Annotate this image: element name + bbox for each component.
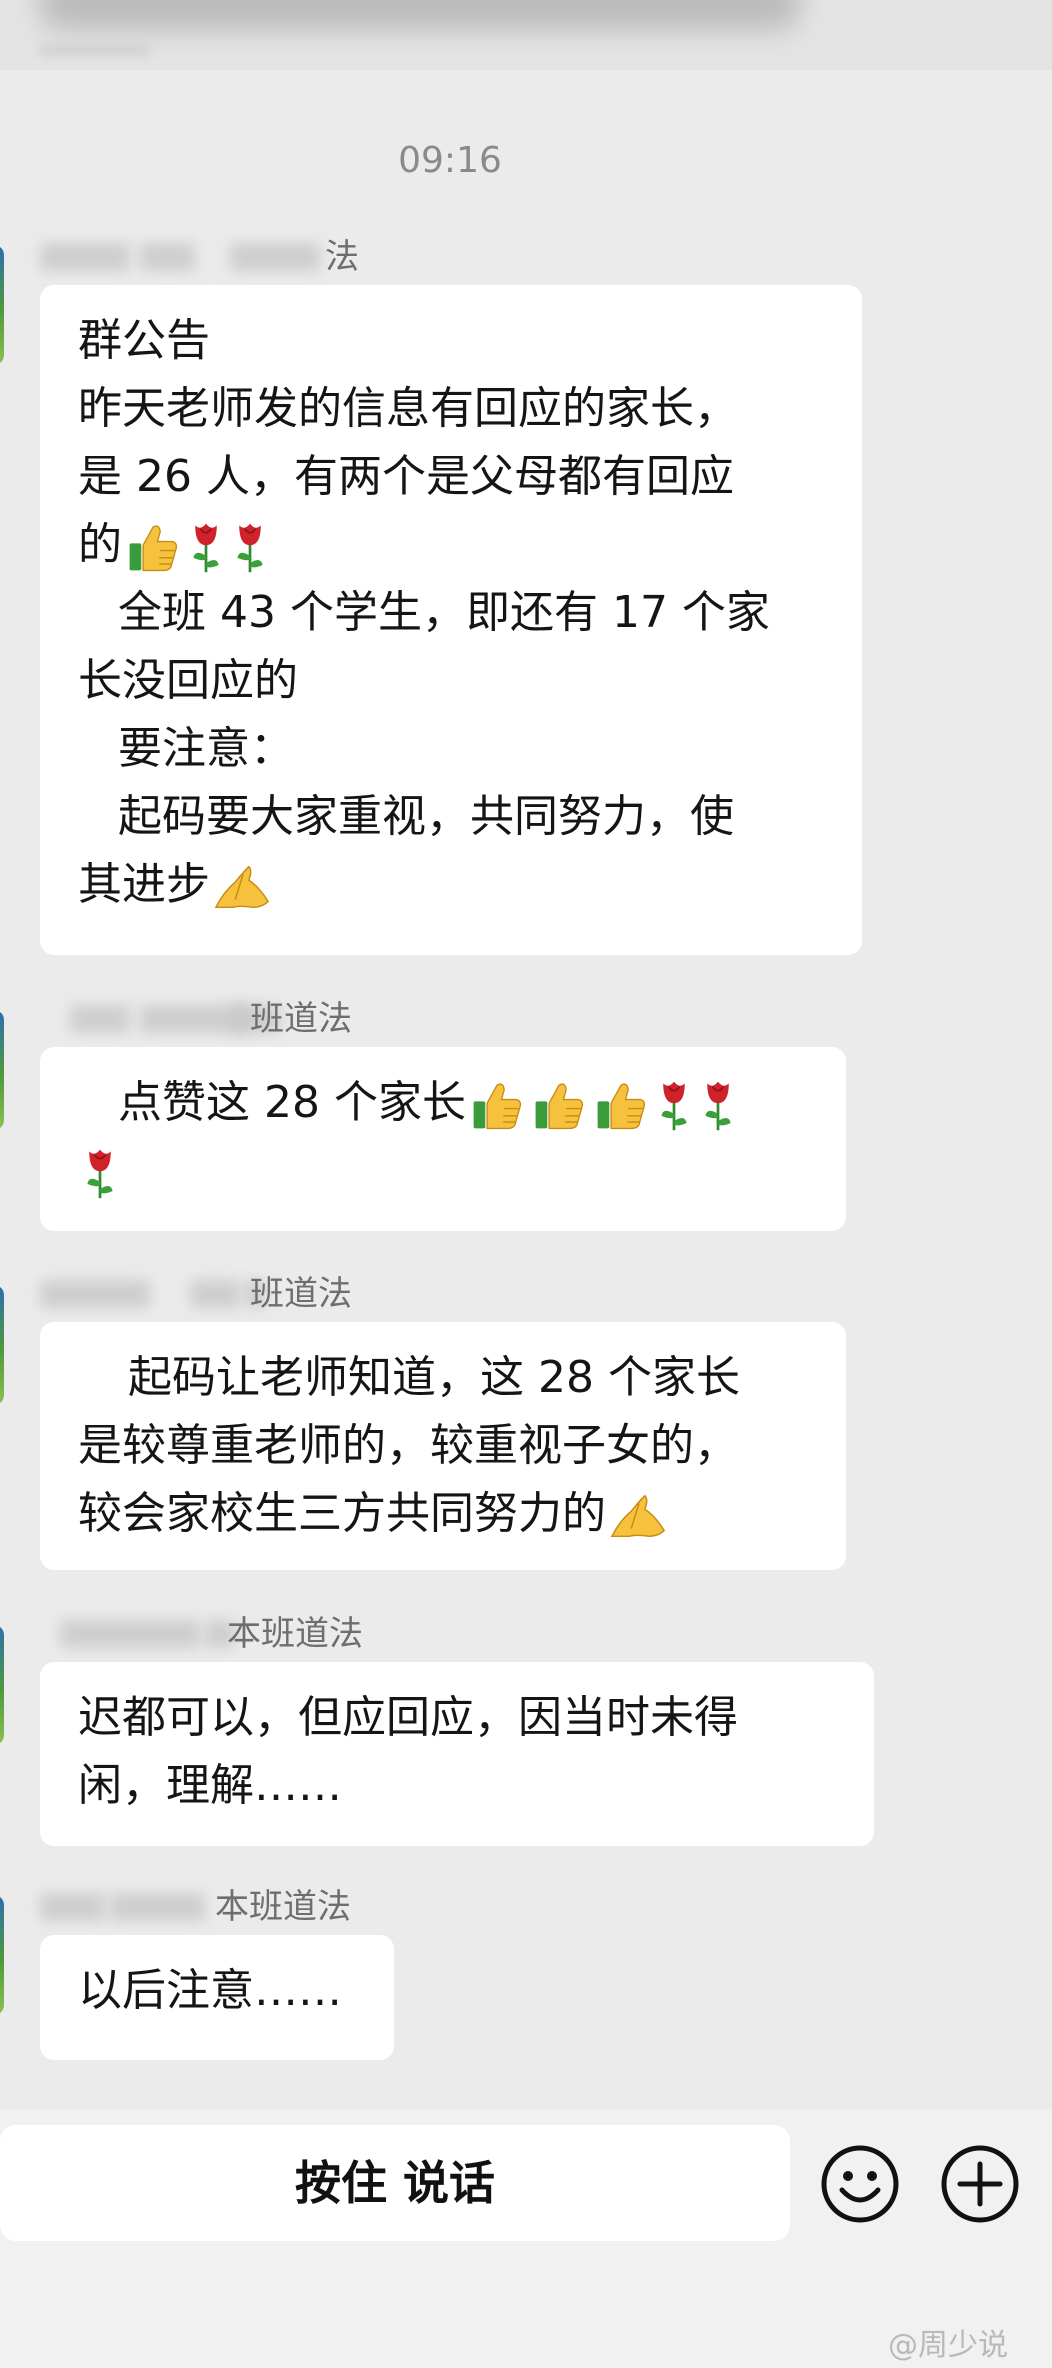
- message-line: 全班 43 个学生，即还有 17 个家: [118, 587, 770, 638]
- message-line-with-emoji: 点赞这 28 个家长: [78, 1069, 808, 1137]
- blurred-chat-title: [40, 0, 800, 30]
- sender-avatar[interactable]: [0, 1285, 4, 1405]
- sender-name-row: 班道法: [60, 997, 380, 1041]
- message-line: 起码要大家重视，共同努力，使: [118, 791, 734, 842]
- message-line: 是较尊重老师的，较重视子女的，: [78, 1420, 738, 1471]
- thumbs-up-icon: [594, 1078, 648, 1132]
- message-text: 较会家校生三方共同努力的: [78, 1488, 606, 1539]
- rose-icon: [188, 520, 224, 574]
- sender-name-row: 本班道法: [40, 1885, 370, 1929]
- plus-circle-icon[interactable]: [940, 2144, 1020, 2224]
- message-line: 要注意：: [118, 723, 294, 774]
- message-line: 起码让老师知道，这 28 个家长: [128, 1352, 740, 1403]
- smiley-face-icon[interactable]: [820, 2144, 900, 2224]
- sender-name: 本班道法: [227, 1614, 363, 1654]
- blurred-name-part: [230, 1005, 250, 1033]
- message-line: 昨天老师发的信息有回应的家长，: [78, 383, 738, 434]
- folded-hands-icon: [610, 1491, 668, 1541]
- message-bubble[interactable]: 群公告 昨天老师发的信息有回应的家长， 是 26 人，有两个是父母都有回应 的 …: [40, 285, 862, 955]
- sender-name: 本班道法: [215, 1887, 351, 1927]
- message-bubble[interactable]: 起码让老师知道，这 28 个家长 是较尊重老师的，较重视子女的， 较会家校生三方…: [40, 1322, 846, 1570]
- sender-avatar[interactable]: [0, 1010, 4, 1130]
- blurred-name-part: [40, 243, 130, 271]
- thumbs-up-icon: [126, 520, 180, 574]
- sender-avatar[interactable]: [0, 245, 4, 365]
- message-line-with-emoji: 的: [78, 511, 824, 579]
- thumbs-up-icon: [532, 1078, 586, 1132]
- message-text: 其进步: [78, 859, 210, 910]
- message-line: 群公告: [78, 315, 210, 366]
- message-line-with-emoji: 较会家校生三方共同努力的: [78, 1480, 808, 1548]
- sender-name-row: 本班道法: [55, 1612, 385, 1656]
- folded-hands-icon: [214, 862, 272, 912]
- sender-name: 法: [325, 237, 359, 277]
- message-line: 闲，理解……: [78, 1760, 342, 1811]
- blurred-name-part: [190, 1280, 240, 1308]
- message-timestamp: 09:16: [398, 140, 502, 181]
- sender-name-row: 法: [40, 235, 370, 279]
- thumbs-up-icon: [470, 1078, 524, 1132]
- blurred-name-part: [40, 1893, 105, 1921]
- sender-name-row: 班道法: [40, 1272, 370, 1316]
- sender-avatar[interactable]: [0, 1895, 4, 2015]
- sender-name: 班道法: [250, 999, 352, 1039]
- sender-name: 班道法: [250, 1274, 352, 1314]
- watermark: @周少说: [888, 2328, 1008, 2363]
- message-bubble[interactable]: 迟都可以，但应回应，因当时未得 闲，理解……: [40, 1662, 874, 1846]
- blurred-name-part: [110, 1893, 205, 1921]
- chat-title-bar: [0, 0, 1052, 70]
- blurred-subtitle: [40, 45, 150, 55]
- message-text: 的: [78, 519, 122, 570]
- message-line: 长没回应的: [78, 655, 298, 706]
- message-line-emoji-only: [78, 1137, 808, 1205]
- message-text: 点赞这 28 个家长: [118, 1077, 466, 1128]
- blurred-name-part: [140, 243, 195, 271]
- blurred-name-part: [70, 1005, 130, 1033]
- blurred-name-part: [230, 243, 320, 271]
- message-bubble[interactable]: 点赞这 28 个家长: [40, 1047, 846, 1231]
- rose-icon: [656, 1078, 692, 1132]
- message-line: 是 26 人，有两个是父母都有回应: [78, 451, 734, 502]
- rose-icon: [82, 1146, 118, 1200]
- hold-to-talk-button[interactable]: 按住 说话: [0, 2125, 790, 2241]
- message-line-with-emoji: 其进步: [78, 851, 824, 919]
- blurred-name-part: [40, 1280, 150, 1308]
- message-line: 以后注意……: [78, 1965, 342, 2016]
- message-line: 迟都可以，但应回应，因当时未得: [78, 1692, 738, 1743]
- blurred-name-part: [60, 1620, 200, 1648]
- rose-icon: [700, 1078, 736, 1132]
- rose-icon: [232, 520, 268, 574]
- sender-avatar[interactable]: [0, 1625, 4, 1745]
- message-bubble[interactable]: 以后注意……: [40, 1935, 394, 2060]
